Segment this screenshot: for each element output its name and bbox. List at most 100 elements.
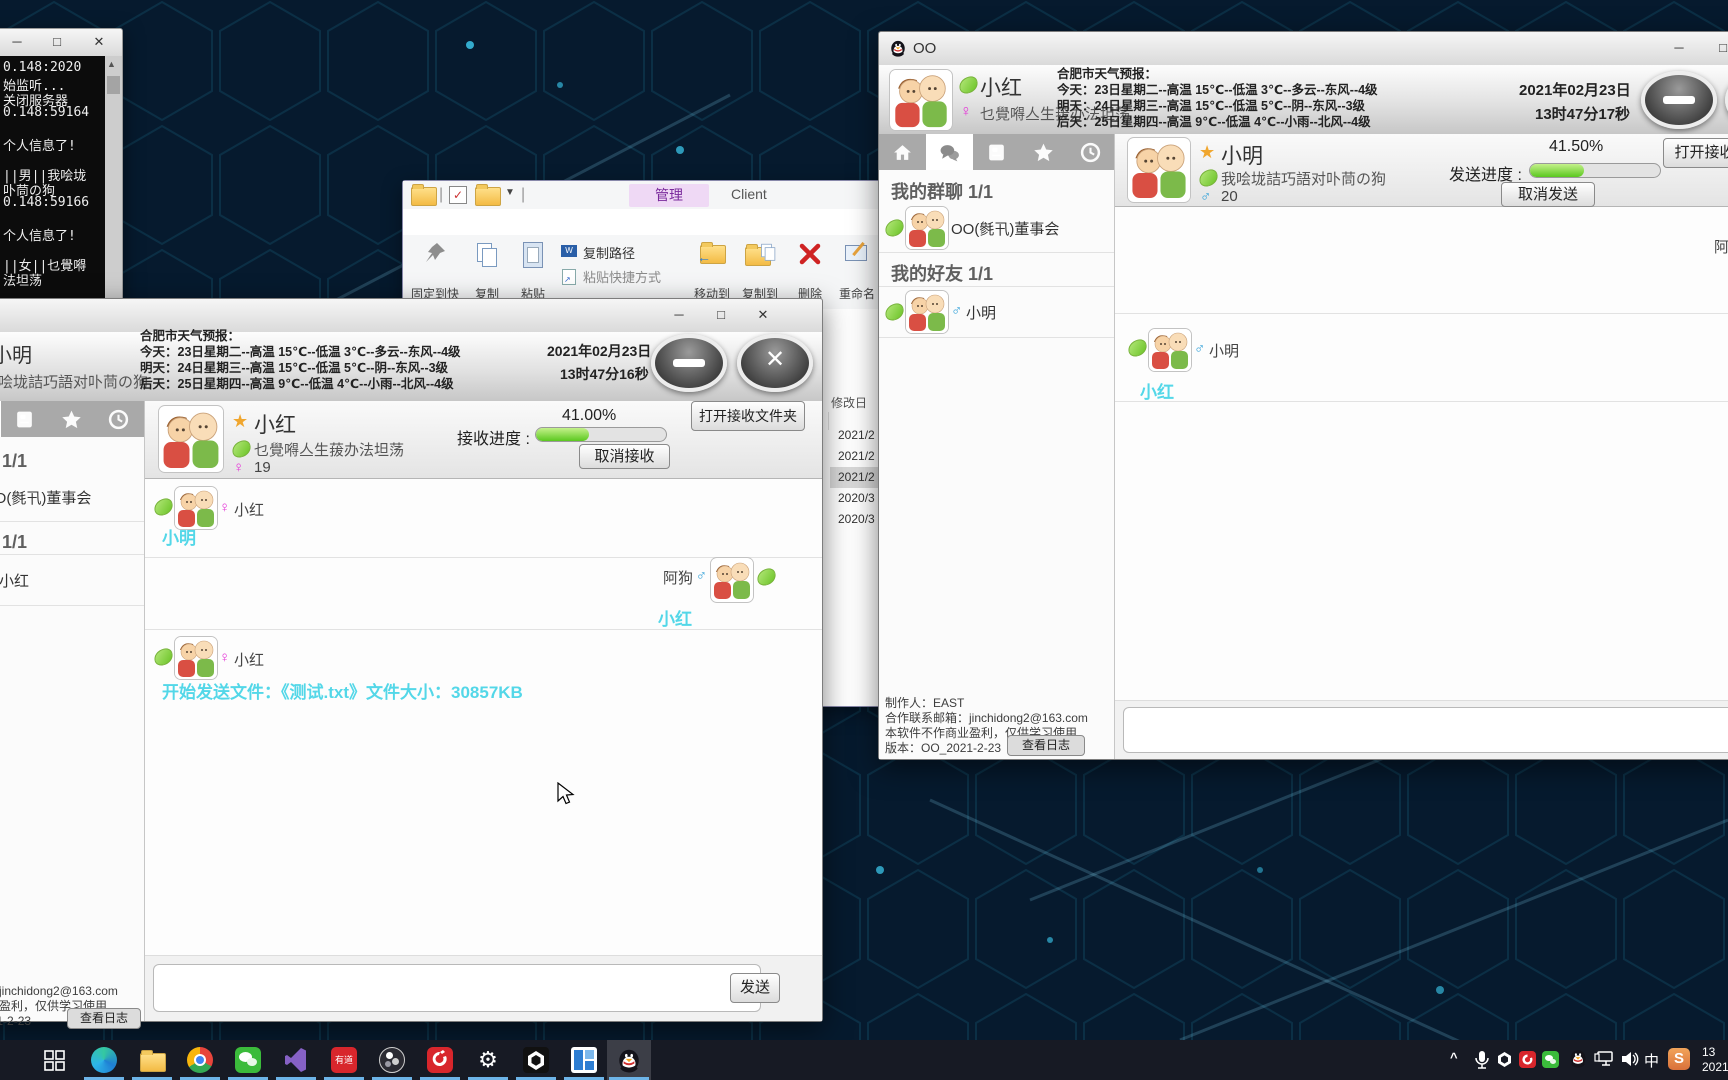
tab-contacts[interactable] <box>1 401 48 437</box>
maximize-button[interactable]: □ <box>1705 36 1728 60</box>
friend-avatar[interactable] <box>905 290 949 334</box>
start-button-icon[interactable] <box>42 1047 68 1073</box>
scroll-up-icon[interactable]: ▲ <box>107 59 116 69</box>
message-sender: 阿狗 <box>1713 239 1728 256</box>
friend-item[interactable]: ♀ 小红 <box>0 555 144 605</box>
qat-folder2-icon[interactable] <box>475 184 501 206</box>
message-text: 开始发送文件：《测试.txt》文件大小：30857KB <box>162 683 523 702</box>
tray-wechat-icon[interactable] <box>1542 1051 1559 1068</box>
big-minimize-button[interactable] <box>651 334 727 392</box>
chrome-icon[interactable] <box>187 1047 213 1073</box>
send-button[interactable]: 发送 <box>730 973 780 1003</box>
obs-icon[interactable] <box>379 1047 405 1073</box>
console-minimize-button[interactable]: ─ <box>0 30 35 54</box>
taskbar-clock[interactable]: 13 2021 <box>1702 1045 1728 1075</box>
console-scrollbar[interactable]: ▲ <box>105 56 122 301</box>
message-input[interactable] <box>1123 707 1728 753</box>
tab-chats[interactable] <box>926 134 973 170</box>
close-button[interactable]: ✕ <box>745 303 781 327</box>
wechat-icon[interactable] <box>235 1047 261 1073</box>
minimize-button[interactable]: ─ <box>1661 36 1697 60</box>
group-item[interactable]: OO(毿卂)董事会 <box>879 204 1114 252</box>
qat-check-icon[interactable]: ✓ <box>449 186 467 204</box>
self-avatar[interactable] <box>889 69 953 131</box>
copy-button[interactable]: 复制 <box>465 237 509 305</box>
peer-avatar[interactable] <box>158 405 224 473</box>
open-receive-folder-button[interactable]: 打开接收文件夹 <box>1663 138 1728 168</box>
status-leaf-icon <box>957 74 980 96</box>
cancel-send-button[interactable]: 取消发送 <box>1501 182 1595 207</box>
tray-unity-icon[interactable] <box>1496 1051 1513 1068</box>
left-message-area[interactable]: ♀ 小红 小明 阿狗 ♂ 小红 ♀ 小红 开始发送文件：《测试.txt》文件大小… <box>145 478 822 956</box>
console-maximize-button[interactable]: □ <box>39 30 75 54</box>
file-explorer-icon[interactable] <box>140 1050 166 1072</box>
message-avatar[interactable] <box>1148 328 1192 372</box>
copy-path-button[interactable]: W 复制路径 <box>561 243 681 263</box>
paste-shortcut-button[interactable]: ↗ 粘贴快捷方式 <box>561 267 691 287</box>
tray-qq-penguin-icon[interactable] <box>1568 1048 1588 1070</box>
tray-netease-icon[interactable] <box>1519 1051 1536 1068</box>
qat-folder-icon[interactable] <box>411 184 437 206</box>
sogou-icon[interactable]: S <box>1668 1048 1690 1070</box>
copy-to-button[interactable]: 复制到 <box>737 237 783 305</box>
right-chat-panel: ★ 小明 我哙垅詰巧語对卟茼の狗 ♂ 20 41.50% 发送进度 : 取消发送… <box>1115 134 1728 759</box>
message-input[interactable] <box>153 964 761 1012</box>
sidebar-tabbar <box>879 134 1114 170</box>
youdao-icon[interactable]: 有道 <box>331 1047 357 1073</box>
tab-history[interactable] <box>95 401 142 437</box>
friend-item[interactable]: ♂ 小明 <box>879 287 1114 337</box>
big-minimize-button[interactable] <box>1641 71 1717 129</box>
console-close-button[interactable]: ✕ <box>81 30 117 54</box>
delete-button[interactable]: 删除 <box>789 237 831 305</box>
message-status-leaf-icon <box>755 566 778 588</box>
oo-app-active-slot[interactable] <box>607 1040 651 1080</box>
group-name[interactable]: OO(毿卂)董事会 <box>0 487 91 508</box>
minimize-button[interactable]: ─ <box>661 303 697 327</box>
window-title: OO <box>913 40 937 57</box>
ime-indicator[interactable]: 中 <box>1644 1050 1659 1071</box>
big-close-button[interactable]: ✕ <box>737 334 813 392</box>
message-avatar[interactable] <box>710 557 754 603</box>
right-message-area[interactable]: 阿狗 ♂ ♂ 小明 小红 <box>1115 206 1728 701</box>
console-line: 0.148:59164 <box>3 105 90 120</box>
view-log-button[interactable]: 查看日志 <box>1007 735 1085 756</box>
unity-icon[interactable] <box>523 1047 549 1073</box>
peer-avatar[interactable] <box>1127 137 1191 203</box>
maximize-button[interactable]: □ <box>703 303 739 327</box>
peer-transfer-panel: ★ 小明 我哙垅詰巧語对卟茼の狗 ♂ 20 41.50% 发送进度 : 取消发送… <box>1115 134 1728 207</box>
move-to-button[interactable]: ← 移动到 <box>689 237 735 305</box>
friend-name[interactable]: 小明 <box>966 302 996 323</box>
tray-expand-icon[interactable]: ^ <box>1450 1050 1458 1065</box>
group-name[interactable]: OO(毿卂)董事会 <box>951 218 1059 239</box>
cancel-receive-button[interactable]: 取消接收 <box>579 444 670 469</box>
volume-icon[interactable] <box>1620 1050 1640 1068</box>
tab-history[interactable] <box>1067 134 1114 170</box>
rename-button[interactable]: 重命名 <box>833 237 881 305</box>
tab-contacts[interactable] <box>973 134 1020 170</box>
open-receive-folder-button[interactable]: 打开接收文件夹 <box>691 401 805 431</box>
view-log-button[interactable]: 查看日志 <box>67 1008 141 1029</box>
console-titlebar[interactable]: ─ □ ✕ <box>0 29 122 57</box>
right-titlebar[interactable]: OO ─ □ <box>879 32 1728 66</box>
settings-gear-icon[interactable]: ⚙ <box>475 1047 501 1073</box>
message-status-leaf-icon <box>152 496 175 518</box>
group-avatar[interactable] <box>905 206 949 250</box>
pin-to-quick-button[interactable]: 固定到快 <box>407 237 463 305</box>
tab-home[interactable] <box>879 134 926 170</box>
blue-window-app-icon[interactable] <box>571 1047 597 1073</box>
edge-icon[interactable] <box>91 1047 117 1073</box>
visual-studio-icon[interactable] <box>283 1047 309 1073</box>
manage-contextual-tab[interactable]: 管理 <box>629 184 709 207</box>
message-avatar[interactable] <box>174 636 218 680</box>
microphone-icon[interactable] <box>1474 1050 1490 1070</box>
friend-name[interactable]: 小红 <box>0 570 29 591</box>
tab-favorites[interactable] <box>48 401 95 437</box>
network-icon[interactable] <box>1594 1050 1614 1068</box>
qat-dropdown-icon[interactable]: ▼ <box>505 187 515 198</box>
paste-button[interactable]: 粘贴 <box>511 237 555 305</box>
netease-music-icon[interactable] <box>427 1047 453 1073</box>
scrollbar-thumb[interactable] <box>107 76 120 94</box>
tab-favorites[interactable] <box>1020 134 1067 170</box>
group-item[interactable]: OO(毿卂)董事会 <box>0 473 144 521</box>
